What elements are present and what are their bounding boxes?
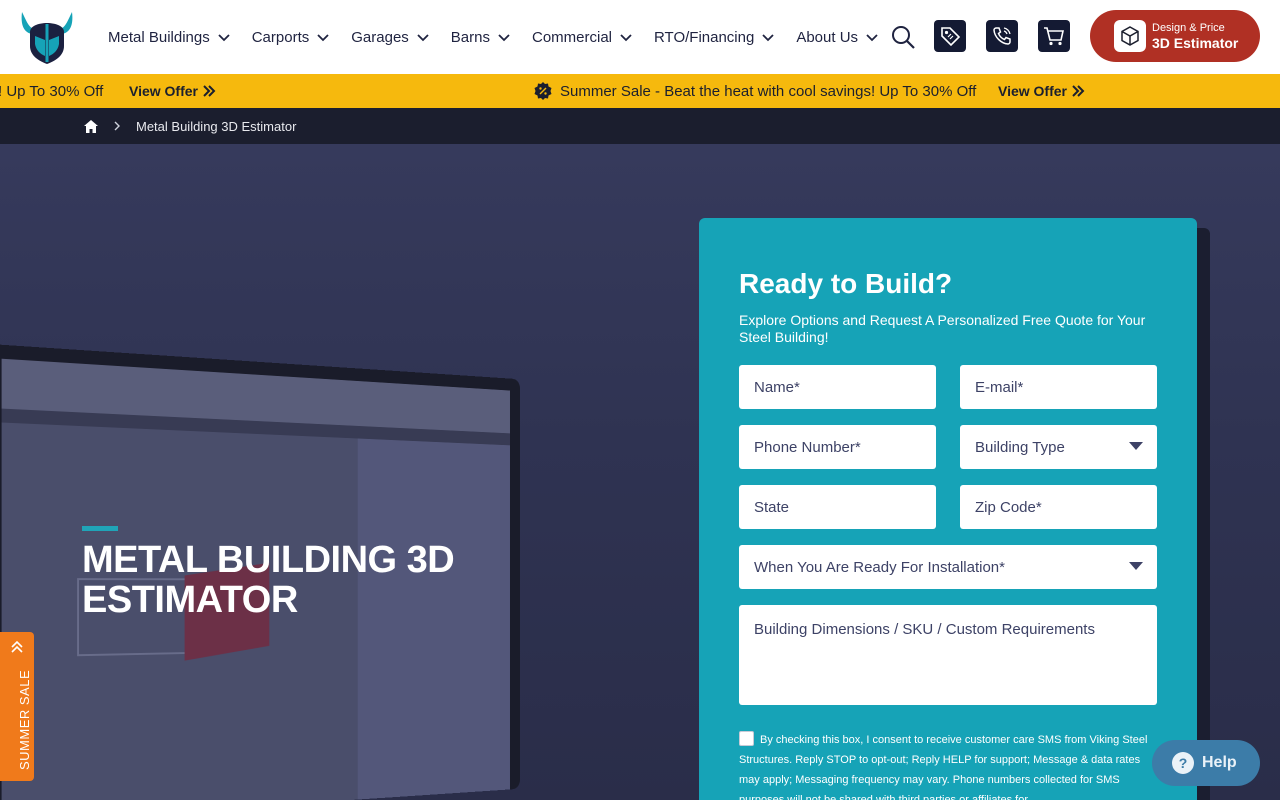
chevron-down-icon [218,34,230,42]
nav-metal-buildings[interactable]: Metal Buildings [108,29,230,46]
form-subtitle: Explore Options and Request A Personaliz… [739,312,1146,345]
estimator-line2: 3D Estimator [1152,34,1239,51]
nav-barns[interactable]: Barns [451,29,510,46]
cube-icon [1121,26,1139,46]
nav-commercial[interactable]: Commercial [532,29,632,46]
price-tag-icon [941,27,961,47]
chevron-down-icon [417,34,429,42]
cart-button[interactable] [1038,20,1070,52]
phone-icon [993,27,1011,45]
double-chevron-right-icon [203,85,216,97]
installation-timing-select[interactable]: When You Are Ready For Installation* [739,545,1157,589]
nav-garages[interactable]: Garages [351,29,429,46]
summer-sale-label: SUMMER SALE [17,669,32,770]
view-offer-link[interactable]: View Offer [129,83,216,99]
search-icon[interactable] [890,24,916,50]
design-price-3d-estimator-button[interactable]: Design & Price 3D Estimator [1090,10,1260,62]
state-input[interactable]: State [739,485,936,529]
chevron-down-icon [317,34,329,42]
double-chevron-up-icon [11,640,23,653]
question-icon: ? [1172,752,1194,774]
estimator-line1: Design & Price [1152,21,1225,34]
cart-icon [1044,27,1064,46]
price-tag-button[interactable] [934,20,966,52]
sms-consent: By checking this box, I consent to recei… [739,730,1159,800]
dropdown-caret-icon [1129,442,1143,450]
zip-code-input[interactable]: Zip Code* [960,485,1157,529]
nav-about-us[interactable]: About Us [796,29,878,46]
chevron-down-icon [762,34,774,42]
home-icon[interactable] [84,119,98,133]
nav-rto-financing[interactable]: RTO/Financing [654,29,774,46]
hero-accent-bar [82,526,118,531]
breadcrumb-current: Metal Building 3D Estimator [136,118,297,134]
nav-carports[interactable]: Carports [252,29,330,46]
building-type-select[interactable]: Building Type [960,425,1157,469]
page-title: METAL BUILDING 3D ESTIMATOR [82,539,455,621]
discount-badge-icon [534,82,552,100]
double-chevron-right-icon [1072,85,1085,97]
email-input[interactable]: E-mail* [960,365,1157,409]
promo-text-fragment: ! Up To 30% Off [0,83,104,100]
chevron-down-icon [620,34,632,42]
requirements-textarea[interactable]: Building Dimensions / SKU / Custom Requi… [739,605,1157,705]
phone-input[interactable]: Phone Number* [739,425,936,469]
hero-section: METAL BUILDING 3D ESTIMATOR Ready to Bui… [0,144,1280,800]
viking-helmet-logo[interactable] [18,10,76,66]
site-header: Metal Buildings Carports Garages Barns C… [0,0,1280,74]
help-button[interactable]: ? Help [1152,740,1260,786]
chevron-down-icon [498,34,510,42]
promo-bar: ! Up To 30% Off View Offer Summer Sale -… [0,74,1280,108]
sms-consent-text: By checking this box, I consent to recei… [739,734,1148,800]
chevron-down-icon [866,34,878,42]
name-input[interactable]: Name* [739,365,936,409]
view-offer-link-2[interactable]: View Offer [998,83,1085,99]
sms-consent-checkbox[interactable] [739,731,754,746]
dropdown-caret-icon [1129,562,1143,570]
summer-sale-tab[interactable]: SUMMER SALE [0,632,34,781]
main-nav: Metal Buildings Carports Garages Barns C… [108,0,900,74]
promo-message: Summer Sale - Beat the heat with cool sa… [534,82,976,100]
chevron-right-icon [114,121,120,131]
breadcrumb: Metal Building 3D Estimator [0,108,1280,144]
quote-form: Ready to Build? Explore Options and Requ… [699,218,1197,800]
phone-button[interactable] [986,20,1018,52]
form-title: Ready to Build? [739,268,953,299]
